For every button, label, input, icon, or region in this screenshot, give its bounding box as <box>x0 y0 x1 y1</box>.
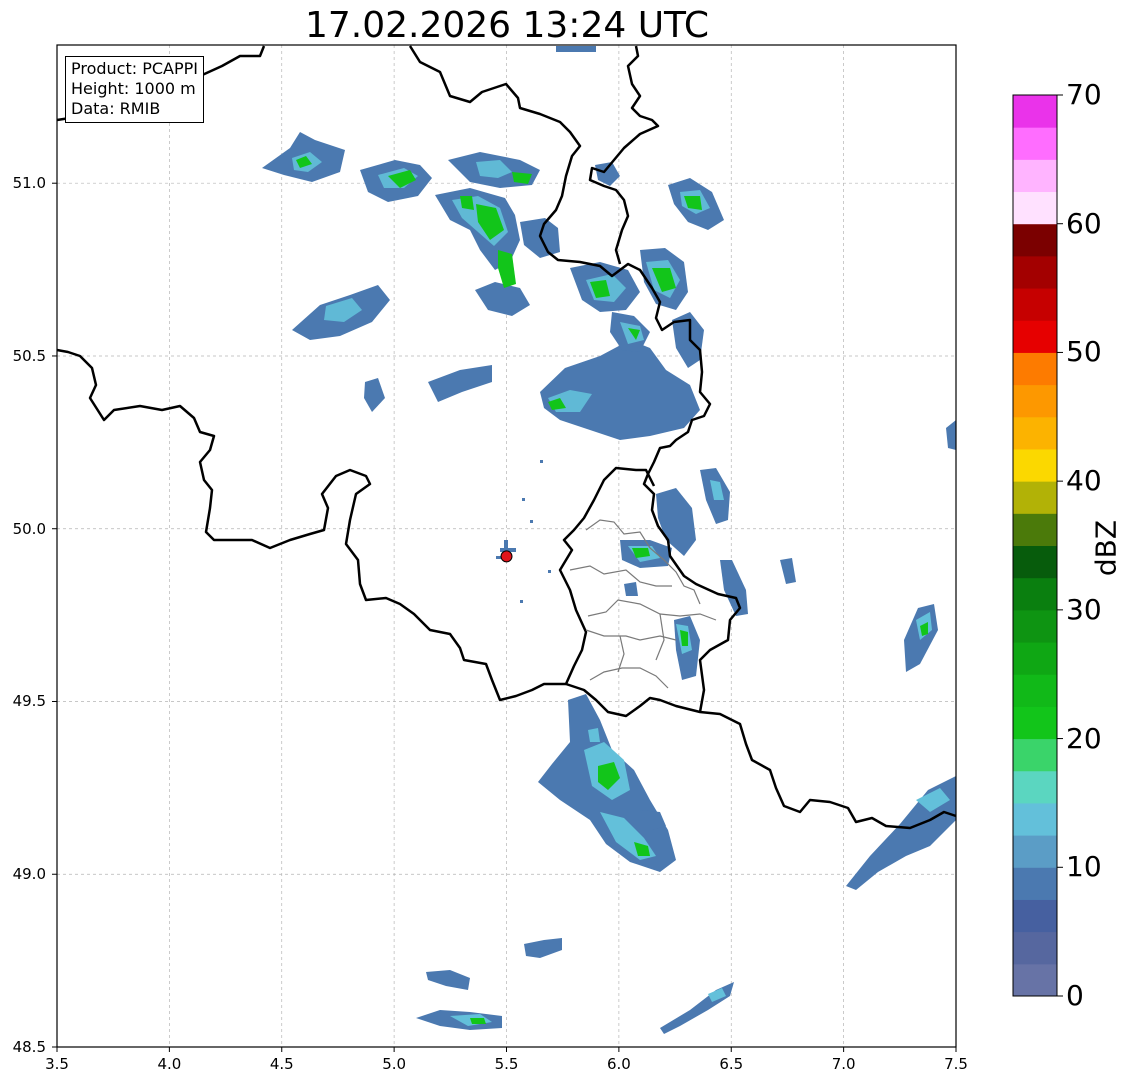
product-text: Product: PCAPPI <box>71 59 199 78</box>
colorbar-segment <box>1013 642 1057 675</box>
colorbar-segment <box>1013 513 1057 546</box>
y-tick-label: 49.5 <box>12 692 46 711</box>
echo-cluster-south <box>416 694 734 1034</box>
colorbar-segment <box>1013 223 1057 257</box>
echo-cluster-east <box>620 420 956 890</box>
colorbar-segment <box>1013 416 1057 450</box>
colorbar-tick-label: 10 <box>1066 850 1102 884</box>
radar-map <box>52 44 1063 1052</box>
x-tick-label: 4.5 <box>269 1055 294 1073</box>
colorbar-tick-label: 30 <box>1066 592 1102 626</box>
colorbar-tick-label: 20 <box>1066 721 1102 755</box>
colorbar-segment <box>1013 835 1057 868</box>
colorbar-segment <box>1013 95 1057 128</box>
colorbar-segment <box>1013 481 1057 514</box>
y-tick-label: 50.0 <box>12 519 46 538</box>
colorbar-segment <box>1013 320 1057 353</box>
colorbar-segment <box>1013 127 1057 160</box>
colorbar-segment <box>1013 867 1057 900</box>
colorbar-segment <box>1013 384 1057 418</box>
radar-site-marker <box>500 550 513 563</box>
colorbar-segment <box>1013 899 1057 933</box>
colorbar-segment <box>1013 674 1057 707</box>
echo-speckle <box>496 46 596 603</box>
colorbar-segment <box>1013 191 1057 225</box>
colorbar-segment <box>1013 448 1057 482</box>
colorbar-tick-label: 70 <box>1066 78 1102 111</box>
x-tick-label: 3.5 <box>45 1055 69 1073</box>
colorbar-segment <box>1013 577 1057 611</box>
colorbar-label: dBZ <box>1089 519 1123 577</box>
colorbar-tick-label: 60 <box>1066 206 1102 240</box>
colorbar-segment <box>1013 255 1057 289</box>
border-nl-de <box>588 45 660 265</box>
x-tick-label: 4.0 <box>157 1055 182 1073</box>
border-lu <box>558 466 656 685</box>
colorbar-segment <box>1013 352 1057 386</box>
colorbar-segment <box>1013 288 1057 321</box>
colorbar-tick-label: 0 <box>1066 979 1084 1012</box>
product-info-box: Product: PCAPPI Height: 1000 m Data: RMI… <box>65 56 205 123</box>
y-tick-label: 50.5 <box>12 346 46 365</box>
colorbar-segment <box>1013 159 1057 193</box>
colorbar-tick-label: 40 <box>1066 464 1102 498</box>
colorbar-segment <box>1013 738 1057 772</box>
data-source-text: Data: RMIB <box>71 99 161 118</box>
x-tick-label: 7.0 <box>831 1055 856 1073</box>
colorbar-segment <box>1013 609 1057 643</box>
colorbar <box>1012 94 1063 997</box>
y-tick-label: 48.5 <box>12 1038 46 1056</box>
colorbar-segment <box>1013 545 1057 579</box>
colorbar-segment <box>1013 770 1057 804</box>
y-tick-label: 51.0 <box>12 174 46 193</box>
height-text: Height: 1000 m <box>71 79 196 98</box>
x-tick-label: 6.5 <box>719 1055 744 1073</box>
x-tick-label: 5.5 <box>494 1055 519 1073</box>
colorbar-segment <box>1013 706 1057 740</box>
x-tick-label: 7.5 <box>944 1055 968 1073</box>
radar-echoes <box>262 46 956 1034</box>
colorbar-segment <box>1013 802 1057 836</box>
border-fr-be <box>56 348 566 702</box>
colorbar-tick-label: 50 <box>1066 335 1102 369</box>
x-tick-label: 5.0 <box>382 1055 407 1073</box>
colorbar-segment <box>1013 931 1057 965</box>
x-tick-label: 6.0 <box>606 1055 631 1073</box>
colorbar-segment <box>1013 963 1057 997</box>
y-tick-label: 49.0 <box>12 865 46 884</box>
